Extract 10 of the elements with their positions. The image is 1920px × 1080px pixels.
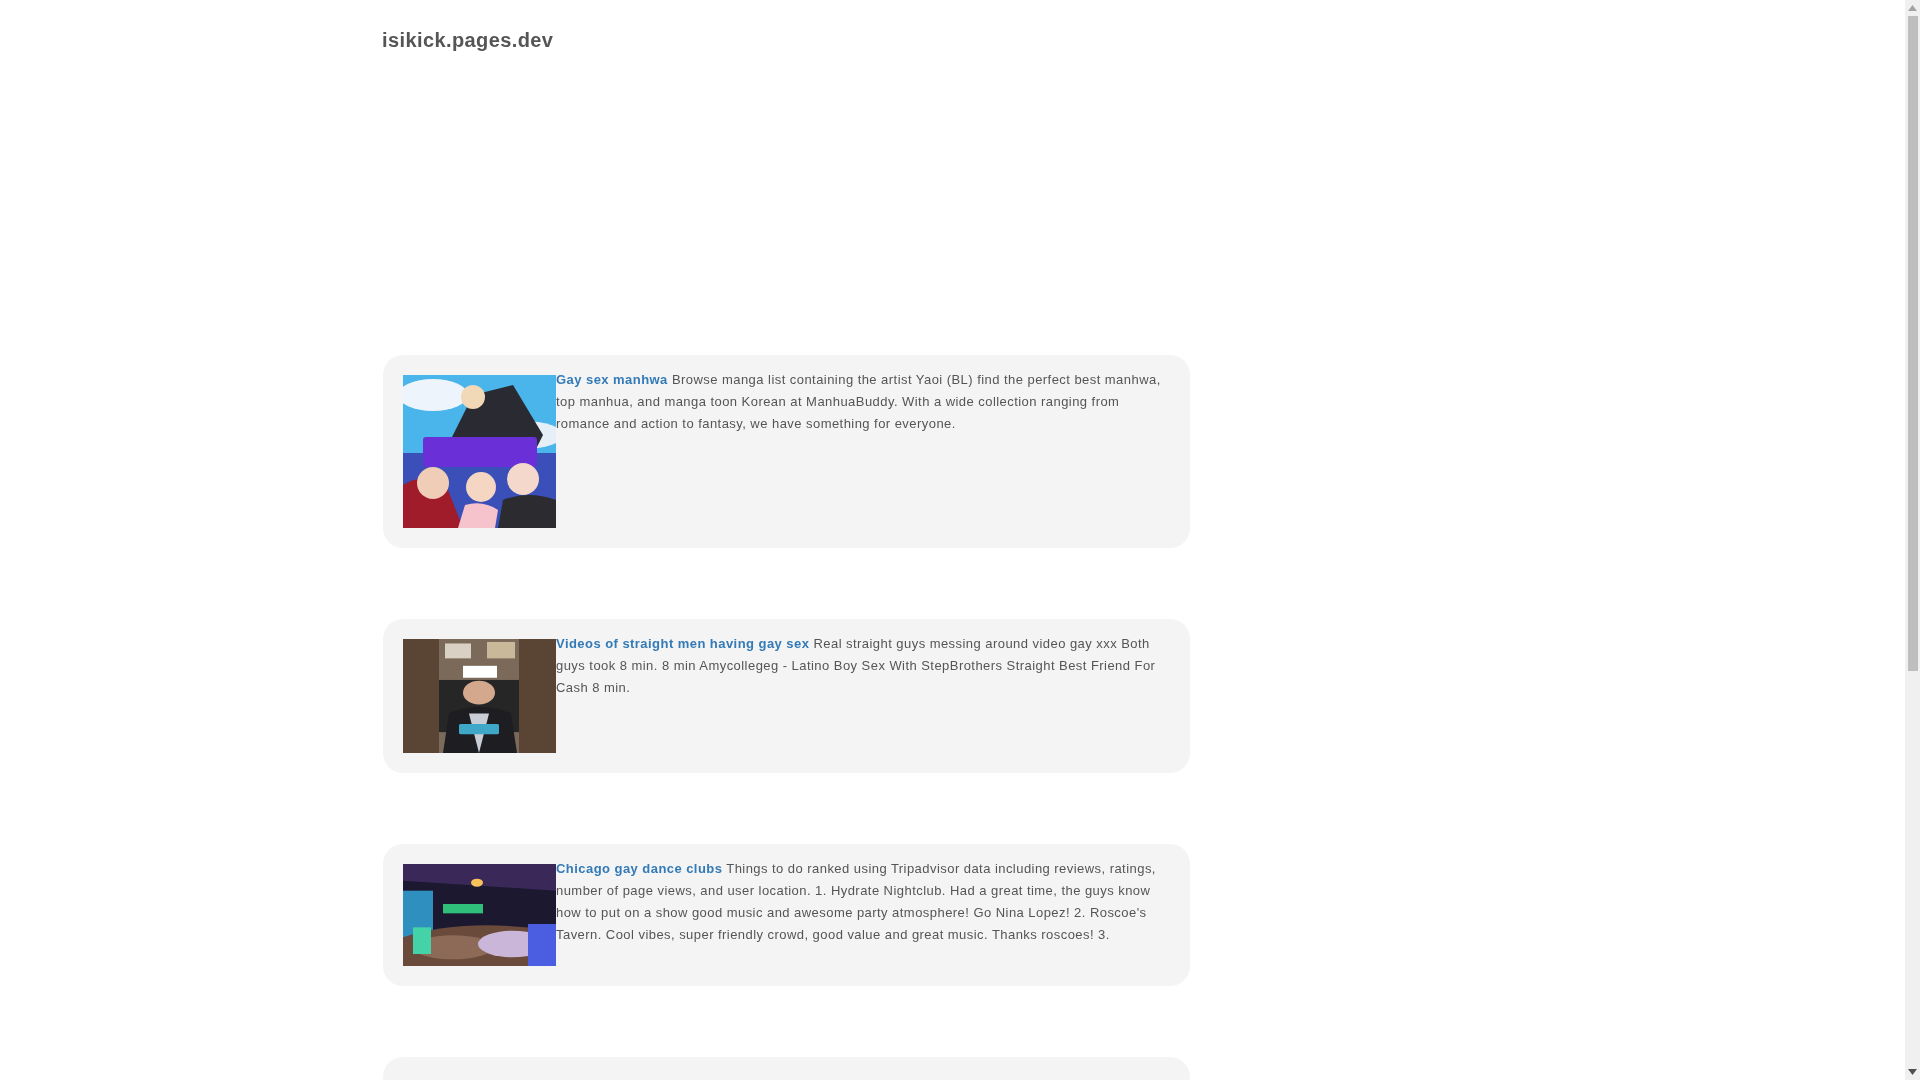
- scrollbar[interactable]: [1905, 0, 1920, 1080]
- scroll-up-icon[interactable]: [1908, 5, 1917, 11]
- result-link[interactable]: Videos of straight men having gay sex: [556, 636, 810, 651]
- result-text: Gay sex manhwa Browse manga list containing the artist Yaoi (BL) find the perfect best manhwa, top manhua, and manga toon Korean at ManhuaBuddy. With a wide collection ranging from romance and action to fantasy, we have something for everyone.: [556, 371, 1162, 433]
- scroll-down-icon[interactable]: [1908, 1069, 1917, 1075]
- result-text: Chicago gay dance clubs Things to do ranked using Tripadvisor data including reviews, ratings, number of page views, and user location. 1. Hydrate Nightclub. Had a great time, the guys know how to put on a show good music and awesome party atmosphere! Go Nina Lopez! 2. Roscoe's Tavern. Cool vibes, super friendly crowd, good value and great music. Thanks roscoes! 3.: [556, 860, 1157, 944]
- site-title[interactable]: isikick.pages.dev: [382, 28, 554, 52]
- result-text: Videos of straight men having gay sex Real straight guys messing around video gay xxx Both guys took 8 min. 8 min Amycollegeg - Latino Boy Sex With StepBrothers Straight Best Friend For Cash 8 min.: [556, 635, 1157, 697]
- result-link[interactable]: Gay sex manhwa: [556, 372, 668, 387]
- result-link[interactable]: Chicago gay dance clubs: [556, 861, 723, 876]
